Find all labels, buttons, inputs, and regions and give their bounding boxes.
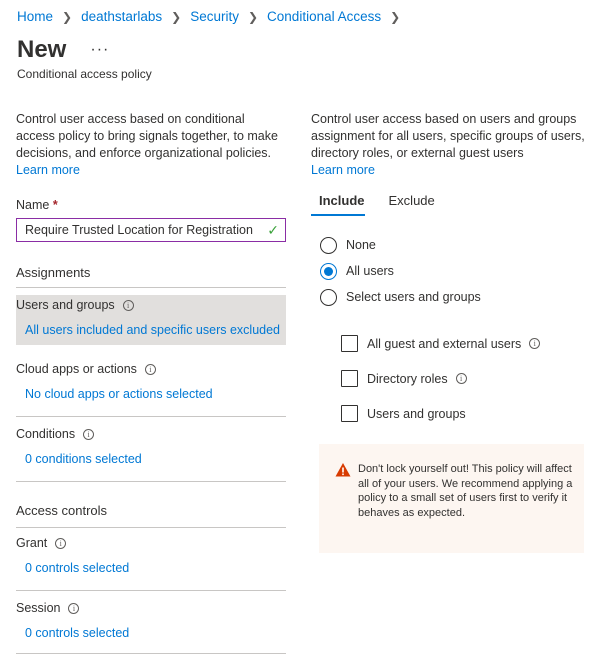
more-icon[interactable]: ··· <box>90 41 109 59</box>
conditions-item[interactable]: Conditions i 0 conditions selected <box>16 424 286 482</box>
radio-button[interactable] <box>320 236 337 254</box>
checkbox[interactable] <box>341 370 358 387</box>
lockout-warning: Don't lock yourself out! This policy wil… <box>319 444 584 553</box>
page-title: New <box>17 36 67 63</box>
radio-label: None <box>346 238 376 252</box>
required-mark: * <box>52 198 58 212</box>
grant-value[interactable]: 0 controls selected <box>16 561 286 575</box>
checkbox-label: Users and groups <box>367 406 466 421</box>
name-label-text: Name <box>16 198 50 212</box>
name-label: Name * <box>16 198 286 212</box>
page-subtitle: Conditional access policy <box>17 67 152 81</box>
user-scope-radio-group: None All users Select users and groups <box>311 232 586 310</box>
chevron-right-icon: ❯ <box>390 9 401 24</box>
access-controls-section: Access controls <box>16 498 286 528</box>
assignments-section: Assignments <box>16 253 286 288</box>
info-icon[interactable]: i <box>144 363 156 375</box>
breadcrumb-conditional-access[interactable]: Conditional Access <box>267 9 381 24</box>
conditions-label: Conditions i <box>16 424 286 441</box>
name-field[interactable]: ✓ <box>16 218 286 242</box>
users-and-groups-value[interactable]: All users included and specific users ex… <box>16 323 286 337</box>
grant-item[interactable]: Grant i 0 controls selected <box>16 533 286 591</box>
chevron-right-icon: ❯ <box>247 9 259 24</box>
breadcrumb-home[interactable]: Home <box>17 9 53 24</box>
include-exclude-tabs: Include Exclude <box>311 193 586 216</box>
session-value[interactable]: 0 controls selected <box>16 626 286 640</box>
cloud-apps-value[interactable]: No cloud apps or actions selected <box>16 387 286 401</box>
session-label: Session i <box>16 598 286 615</box>
session-label-text: Session <box>16 601 61 615</box>
tab-include[interactable]: Include <box>311 193 365 216</box>
info-icon[interactable]: i <box>455 373 467 384</box>
users-and-groups-item[interactable]: Users and groups i All users included an… <box>16 295 286 345</box>
checkbox[interactable] <box>341 335 358 352</box>
warning-icon <box>335 463 351 477</box>
cloud-apps-item[interactable]: Cloud apps or actions i No cloud apps or… <box>16 359 286 417</box>
name-input[interactable] <box>25 223 268 237</box>
cloud-apps-label-text: Cloud apps or actions <box>16 362 137 376</box>
conditions-label-text: Conditions <box>16 427 76 441</box>
checkbox-guest-external[interactable]: All guest and external users i <box>341 326 586 361</box>
breadcrumb: Home ❯ deathstarlabs ❯ Security ❯ Condit… <box>17 9 409 24</box>
info-icon[interactable]: i <box>68 602 80 614</box>
policy-settings-panel: Control user access based on conditional… <box>16 111 286 654</box>
users-intro: Control user access based on users and g… <box>311 111 586 179</box>
grant-label-text: Grant <box>16 536 48 550</box>
users-and-groups-label: Users and groups i <box>16 295 286 312</box>
users-and-groups-label-text: Users and groups <box>16 298 115 312</box>
radio-button[interactable] <box>320 288 337 306</box>
tab-exclude[interactable]: Exclude <box>389 193 435 216</box>
users-and-groups-panel: Control user access based on users and g… <box>311 111 586 553</box>
checkbox-label: Directory roles <box>367 371 448 386</box>
radio-all-users[interactable]: All users <box>311 258 586 284</box>
radio-none[interactable]: None <box>311 232 586 258</box>
access-controls-heading: Access controls <box>16 503 108 518</box>
info-icon[interactable]: i <box>529 338 541 349</box>
checkmark-icon: ✓ <box>267 221 279 238</box>
checkbox-label: All guest and external users <box>367 336 522 351</box>
users-intro-text: Control user access based on users and g… <box>311 112 585 160</box>
chevron-right-icon: ❯ <box>171 9 182 24</box>
chevron-right-icon: ❯ <box>62 9 73 24</box>
info-icon[interactable]: i <box>55 537 67 549</box>
checkbox-users-groups[interactable]: Users and groups <box>341 396 586 431</box>
user-type-checkboxes: All guest and external users i Directory… <box>341 326 586 431</box>
title-row: New ··· <box>17 36 109 64</box>
radio-label: Select users and groups <box>346 290 481 304</box>
policy-intro: Control user access based on conditional… <box>16 111 286 179</box>
session-item[interactable]: Session i 0 controls selected <box>16 598 286 654</box>
radio-label: All users <box>346 264 394 278</box>
radio-select-users[interactable]: Select users and groups <box>311 284 586 310</box>
warning-text: Don't lock yourself out! This policy wil… <box>358 463 573 519</box>
breadcrumb-tenant[interactable]: deathstarlabs <box>81 9 162 24</box>
policy-intro-text: Control user access based on conditional… <box>16 112 278 160</box>
learn-more-link[interactable]: Learn more <box>311 163 375 177</box>
conditions-value[interactable]: 0 conditions selected <box>16 452 286 466</box>
checkbox[interactable] <box>341 405 358 422</box>
grant-label: Grant i <box>16 533 286 550</box>
info-icon[interactable]: i <box>83 428 95 440</box>
breadcrumb-security[interactable]: Security <box>190 9 239 24</box>
cloud-apps-label: Cloud apps or actions i <box>16 359 286 376</box>
assignments-heading: Assignments <box>16 265 91 280</box>
radio-button-selected[interactable] <box>320 262 337 280</box>
checkbox-directory-roles[interactable]: Directory roles i <box>341 361 586 396</box>
learn-more-link[interactable]: Learn more <box>16 163 80 177</box>
info-icon[interactable]: i <box>122 299 134 311</box>
